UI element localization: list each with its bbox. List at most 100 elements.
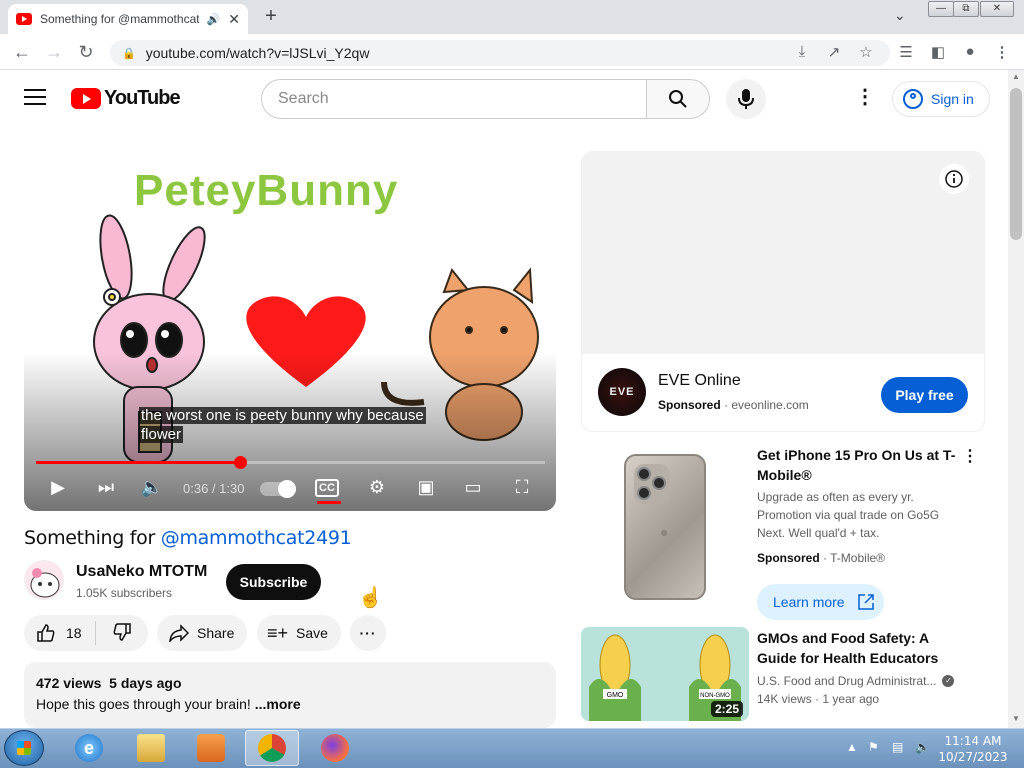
channel-avatar[interactable] bbox=[24, 560, 64, 600]
url-text[interactable]: youtube.com/watch?v=lJSLvi_Y2qw bbox=[146, 45, 370, 61]
close-window-button[interactable]: ✕ bbox=[980, 1, 1014, 17]
caption-line-1: the worst one is peety bunny why because bbox=[139, 407, 426, 424]
search-icon bbox=[669, 90, 687, 108]
video-title: Something for @mammothcat2491 bbox=[24, 527, 352, 549]
recommended-video-title[interactable]: GMOs and Food Safety: A Guide for Health… bbox=[757, 628, 962, 668]
search-button[interactable] bbox=[646, 79, 710, 119]
profile-icon[interactable]: ● bbox=[960, 43, 980, 60]
taskbar-firefox[interactable] bbox=[308, 730, 362, 766]
ad-options-kebab-icon[interactable]: ⋮ bbox=[962, 446, 978, 466]
taskbar-media-player[interactable] bbox=[184, 730, 238, 766]
video-title-mention-link[interactable]: @mammothcat2491 bbox=[161, 527, 352, 549]
description-line: Hope this goes through your brain! ...mo… bbox=[36, 696, 544, 712]
ad-info-icon[interactable] bbox=[939, 164, 969, 194]
network-icon[interactable]: ▤ bbox=[892, 740, 903, 754]
ad-domain: eveonline.com bbox=[731, 398, 809, 412]
iphone-ad-image[interactable]: ● bbox=[624, 454, 706, 600]
save-button[interactable]: ≡+ Save bbox=[257, 615, 341, 651]
youtube-logo[interactable]: YouTube bbox=[71, 87, 181, 110]
recommended-channel-name[interactable]: U.S. Food and Drug Administrat... bbox=[757, 674, 936, 688]
description-more-link[interactable]: ...more bbox=[255, 696, 301, 712]
theater-mode-icon[interactable]: ▭ bbox=[459, 477, 487, 498]
description-text: Hope this goes through your brain! bbox=[36, 696, 251, 712]
ad-title[interactable]: EVE Online bbox=[658, 372, 741, 390]
taskbar-file-explorer[interactable] bbox=[124, 730, 178, 766]
eve-online-logo[interactable]: EVE bbox=[598, 368, 646, 416]
closed-caption: the worst one is peety bunny why because… bbox=[139, 406, 426, 444]
subscriber-count: 1.05K subscribers bbox=[76, 586, 173, 600]
scroll-down-arrow-icon[interactable]: ▼ bbox=[1012, 714, 1020, 723]
share-label: Share bbox=[197, 625, 235, 641]
start-button[interactable] bbox=[4, 730, 44, 766]
taskbar-internet-explorer[interactable]: e bbox=[62, 730, 116, 766]
dislike-button[interactable] bbox=[96, 622, 148, 645]
view-count: 472 views bbox=[36, 675, 102, 691]
more-actions-button[interactable]: ··· bbox=[350, 615, 386, 651]
learn-more-label: Learn more bbox=[773, 594, 845, 610]
browser-tab[interactable]: Something for @mammothcat2491 - YouTube … bbox=[8, 4, 248, 34]
volume-icon[interactable]: 🔈 bbox=[138, 477, 166, 498]
play-icon[interactable]: ▶ bbox=[44, 477, 72, 498]
fullscreen-icon[interactable]: ⛶ bbox=[508, 477, 536, 498]
play-free-button[interactable]: Play free bbox=[881, 377, 968, 413]
thumb-label-non-gmo: NON-GMO bbox=[700, 693, 730, 699]
settings-kebab-icon[interactable]: ⋮ bbox=[855, 84, 875, 109]
learn-more-button[interactable]: Learn more bbox=[757, 584, 884, 620]
ad-media-placeholder bbox=[582, 152, 984, 354]
tab-search-chevron-icon[interactable]: ⌄ bbox=[894, 7, 906, 24]
search-input[interactable] bbox=[261, 79, 647, 119]
guide-menu-icon[interactable] bbox=[24, 89, 46, 110]
voice-search-button[interactable] bbox=[726, 79, 766, 119]
bookmark-star-icon[interactable]: ☆ bbox=[856, 43, 876, 61]
description-box[interactable]: 472 views 5 days ago Hope this goes thro… bbox=[24, 662, 556, 728]
sign-in-button[interactable]: Sign in bbox=[892, 81, 990, 117]
recommended-channel[interactable]: U.S. Food and Drug Administrat... ✓ bbox=[757, 674, 955, 688]
scrubber-handle[interactable] bbox=[234, 456, 247, 469]
side-panel-icon[interactable]: ◧ bbox=[928, 43, 948, 61]
video-player[interactable]: PeteyBunny the worst one is peety bunny … bbox=[24, 152, 556, 511]
media-control-icon[interactable]: ☰ bbox=[896, 43, 916, 61]
time-display: 0:36 / 1:30 bbox=[183, 481, 244, 496]
settings-gear-icon[interactable]: ⚙ bbox=[363, 477, 391, 498]
lock-icon[interactable]: 🔒 bbox=[122, 47, 136, 60]
close-tab-icon[interactable]: ✕ bbox=[228, 11, 240, 28]
forward-icon[interactable]: → bbox=[44, 42, 64, 63]
back-icon[interactable]: ← bbox=[12, 42, 32, 63]
sponsored-label: Sponsored bbox=[757, 551, 820, 565]
ad-title[interactable]: Get iPhone 15 Pro On Us at T-Mobile® bbox=[757, 445, 957, 485]
channel-avatar-art bbox=[30, 568, 60, 598]
taskbar-chrome[interactable] bbox=[245, 730, 299, 766]
apple-logo-icon: ● bbox=[660, 524, 669, 540]
chrome-icon bbox=[258, 734, 286, 762]
scroll-up-arrow-icon[interactable]: ▲ bbox=[1012, 72, 1020, 81]
show-hidden-icons-icon[interactable]: ▲ bbox=[846, 740, 858, 754]
minimize-window-button[interactable]: — bbox=[928, 1, 954, 17]
upload-age: 5 days ago bbox=[109, 675, 182, 691]
next-video-icon[interactable]: ⏭ bbox=[92, 477, 120, 498]
subtitles-cc-icon[interactable]: CC bbox=[315, 479, 339, 497]
channel-name[interactable]: UsaNeko MTOTM bbox=[76, 563, 207, 581]
scrollbar-thumb[interactable] bbox=[1010, 88, 1022, 240]
speaker-icon[interactable]: 🔊 bbox=[207, 13, 221, 26]
subscribe-button[interactable]: Subscribe bbox=[226, 564, 321, 600]
internet-explorer-icon: e bbox=[75, 734, 103, 762]
recommended-video-meta: 14K views · 1 year ago bbox=[757, 692, 879, 706]
share-page-icon[interactable]: ↗ bbox=[824, 43, 844, 61]
firefox-icon bbox=[321, 734, 349, 762]
miniplayer-icon[interactable]: ▣ bbox=[412, 477, 440, 498]
share-button[interactable]: Share bbox=[157, 615, 247, 651]
browser-menu-icon[interactable]: ⋮ bbox=[992, 43, 1012, 61]
external-link-icon bbox=[857, 594, 874, 610]
autoplay-toggle[interactable] bbox=[260, 480, 296, 498]
install-app-icon[interactable]: ⤓ bbox=[792, 43, 812, 60]
folder-icon bbox=[137, 734, 165, 762]
address-bar[interactable]: 🔒 youtube.com/watch?v=lJSLvi_Y2qw bbox=[110, 40, 890, 66]
like-button[interactable]: 18 bbox=[24, 621, 96, 645]
action-center-flag-icon[interactable]: ⚑ bbox=[868, 740, 879, 754]
new-tab-button[interactable]: + bbox=[258, 4, 284, 30]
restore-window-button[interactable]: ⧉ bbox=[953, 1, 979, 17]
system-clock[interactable]: 11:14 AM 10/27/2023 bbox=[930, 733, 1016, 765]
reload-icon[interactable]: ↻ bbox=[76, 42, 96, 63]
ad-body: Upgrade as often as every yr. Promotion … bbox=[757, 490, 940, 540]
volume-tray-icon[interactable]: 🔈 bbox=[915, 740, 930, 754]
